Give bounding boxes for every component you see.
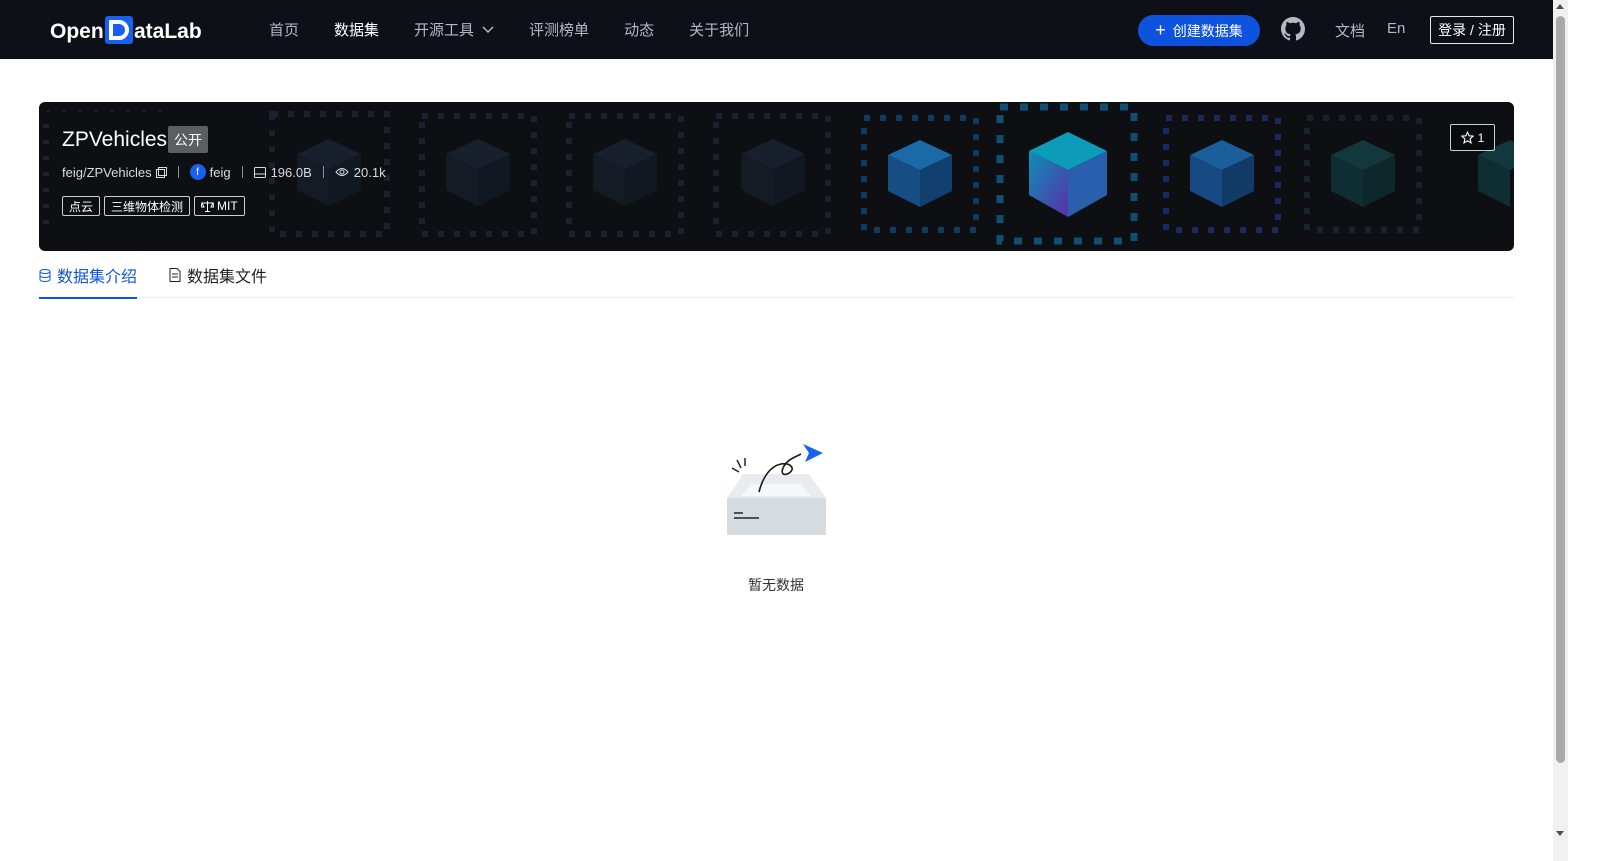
meta-divider <box>177 166 179 178</box>
svg-text:ataLab: ataLab <box>134 20 202 43</box>
logo-icon: Open ataLab <box>50 16 202 44</box>
scale-icon <box>201 200 215 212</box>
language-switch[interactable]: En <box>1387 20 1405 37</box>
nav-label: 数据集 <box>334 22 380 39</box>
star-icon <box>1460 131 1474 144</box>
chevron-down-icon <box>482 25 494 34</box>
owner-name[interactable]: feig <box>210 165 231 180</box>
create-dataset-button[interactable]: + 创建数据集 <box>1138 15 1260 46</box>
tab-label: 数据集文件 <box>187 269 268 286</box>
main-nav: 首页 数据集 开源工具 评测榜单 动态 关于我们 <box>269 0 784 59</box>
nav-label: 评测榜单 <box>529 22 590 39</box>
github-icon[interactable] <box>1281 17 1305 46</box>
nav-item-about[interactable]: 关于我们 <box>689 19 749 40</box>
nav-item-news[interactable]: 动态 <box>624 19 654 40</box>
meta-divider <box>241 166 243 178</box>
file-icon <box>169 268 181 282</box>
dataset-tabs: 数据集介绍 数据集文件 <box>39 252 1514 299</box>
nav-item-home[interactable]: 首页 <box>269 19 299 40</box>
scroll-down-arrow-icon[interactable] <box>1556 831 1564 836</box>
dataset-meta: feig/ZPVehicles f feig 196.0B 20.1k <box>62 163 386 181</box>
nav-item-datasets[interactable]: 数据集 <box>334 19 379 40</box>
dataset-size: 196.0B <box>270 164 312 180</box>
copy-icon[interactable] <box>155 166 167 178</box>
tab-dataset-files[interactable]: 数据集文件 <box>169 252 267 298</box>
meta-divider <box>322 166 324 178</box>
top-nav-bar: Open ataLab 首页 数据集 开源工具 评测榜单 动态 关于我们 + 创… <box>0 0 1553 59</box>
tab-label: 数据集介绍 <box>57 269 138 286</box>
dataset-title: ZPVehicles <box>62 128 168 151</box>
license-label: MIT <box>217 199 238 213</box>
dataset-banner: ZPVehicles 公开 feig/ZPVehicles f feig 196… <box>39 102 1514 251</box>
svg-text:Open: Open <box>50 20 104 43</box>
storage-icon <box>253 166 266 178</box>
empty-box-icon <box>727 444 826 535</box>
license-tag[interactable]: MIT <box>194 196 245 216</box>
owner-avatar[interactable]: f <box>189 164 206 180</box>
scroll-up-arrow-icon[interactable] <box>1556 4 1564 9</box>
star-button[interactable]: 1 <box>1450 124 1495 151</box>
page-scrollbar[interactable] <box>1553 0 1568 861</box>
nav-item-open-source-tools[interactable]: 开源工具 <box>414 19 494 40</box>
star-count: 1 <box>1477 130 1485 145</box>
login-register-button[interactable]: 登录 / 注册 <box>1430 16 1514 44</box>
scrollbar-thumb[interactable] <box>1556 16 1565 763</box>
eye-icon <box>335 167 349 177</box>
visibility-badge: 公开 <box>168 126 208 153</box>
docs-link[interactable]: 文档 <box>1335 20 1365 41</box>
opendatalab-logo[interactable]: Open ataLab <box>50 14 206 46</box>
empty-state-text: 暂无数据 <box>748 577 804 593</box>
nav-label: 首页 <box>269 22 300 39</box>
view-count: 20.1k <box>353 164 386 180</box>
plus-icon: + <box>1155 19 1166 40</box>
create-dataset-label: 创建数据集 <box>1172 22 1243 39</box>
dataset-tags: 点云 三维物体检测 MIT <box>62 196 249 216</box>
nav-label: 动态 <box>624 22 655 39</box>
database-icon <box>39 268 51 282</box>
nav-item-leaderboard[interactable]: 评测榜单 <box>529 19 589 40</box>
repo-path: feig/ZPVehicles <box>62 164 152 180</box>
nav-label: 关于我们 <box>689 22 750 39</box>
nav-label: 开源工具 <box>414 22 475 39</box>
empty-state-illustration <box>719 440 833 545</box>
tag-point-cloud[interactable]: 点云 <box>62 196 101 216</box>
tab-dataset-intro[interactable]: 数据集介绍 <box>39 252 138 299</box>
tag-3d-object-detection[interactable]: 三维物体检测 <box>104 196 191 216</box>
